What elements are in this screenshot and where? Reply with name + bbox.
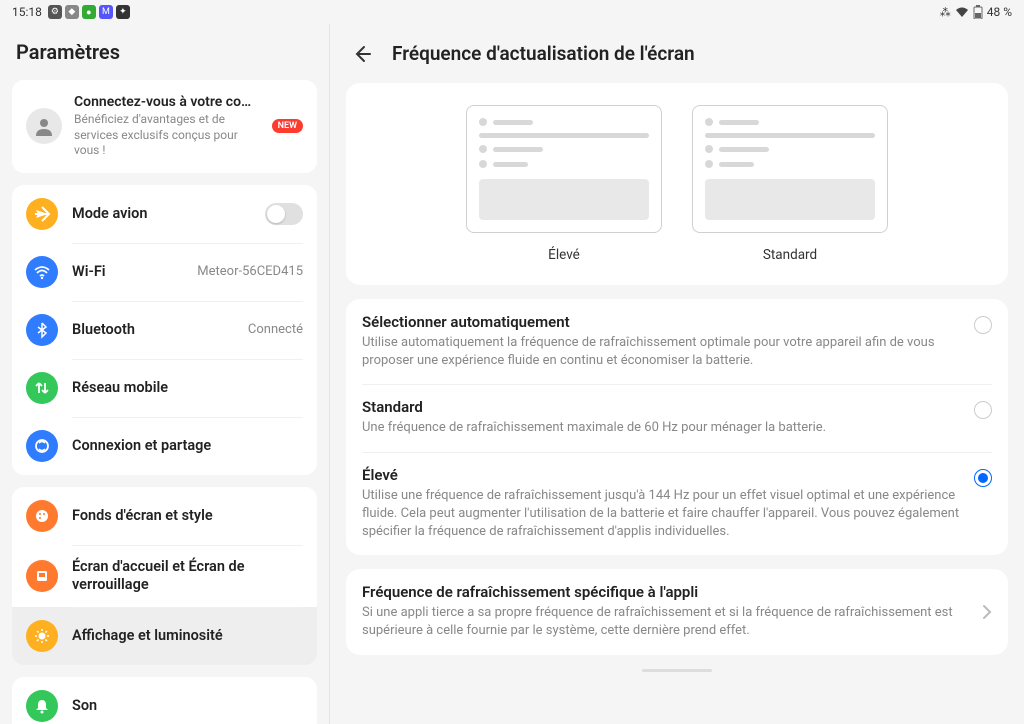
wifi-icon (26, 256, 58, 288)
cellular-icon (26, 372, 58, 404)
bell-icon (26, 690, 58, 722)
sidebar-item-bluetooth[interactable]: Bluetooth Connecté (12, 301, 317, 359)
bluetooth-status-icon: ⁂ (940, 6, 951, 19)
option-standard[interactable]: Standard Une fréquence de rafraîchisseme… (346, 384, 1008, 451)
app-icon-1: ◆ (65, 5, 79, 19)
sidebar-item-homescreen[interactable]: Écran d'accueil et Écran de verrouillage (12, 545, 317, 607)
status-app-icons: ⚙ ◆ ● M ✦ (48, 5, 130, 19)
chevron-right-icon (982, 604, 992, 620)
content-pane[interactable]: Fréquence d'actualisation de l'écran Éle… (330, 24, 1024, 724)
preview-box-high (466, 105, 662, 233)
sidebar-item-cellular[interactable]: Réseau mobile (12, 359, 317, 417)
account-title: Connectez-vous à votre co… (74, 94, 260, 110)
palette-icon (26, 500, 58, 532)
sidebar-title: Paramètres (12, 32, 317, 80)
sidebar-item-share[interactable]: Connexion et partage (12, 417, 317, 475)
app-specific-desc: Si une appli tierce a sa propre fréquenc… (362, 604, 968, 640)
display-group: Fonds d'écran et style Écran d'accueil e… (12, 487, 317, 665)
airplane-toggle[interactable] (265, 203, 303, 225)
sidebar-item-wallpaper[interactable]: Fonds d'écran et style (12, 487, 317, 545)
wifi-status-icon (955, 6, 969, 18)
account-card[interactable]: Connectez-vous à votre co… Bénéficiez d'… (12, 80, 317, 173)
radio-auto[interactable] (974, 316, 992, 334)
preview-label-high: Élevé (548, 247, 580, 263)
status-time: 15:18 (12, 5, 42, 19)
sidebar-item-airplane[interactable]: Mode avion (12, 185, 317, 243)
settings-sidebar[interactable]: Paramètres Connectez-vous à votre co… Bé… (0, 24, 330, 724)
status-left: 15:18 ⚙ ◆ ● M ✦ (12, 5, 130, 19)
option-high[interactable]: Élevé Utilise une fréquence de rafraîchi… (346, 452, 1008, 556)
battery-icon (973, 5, 983, 19)
connectivity-group: Mode avion Wi-Fi Meteor-56CED415 Bluetoo… (12, 185, 317, 475)
option-desc: Utilise automatiquement la fréquence de … (362, 334, 960, 370)
status-bar: 15:18 ⚙ ◆ ● M ✦ ⁂ 48 % (0, 0, 1024, 24)
wifi-value: Meteor-56CED415 (197, 264, 303, 279)
sidebar-item-label: Son (72, 697, 303, 715)
radio-standard[interactable] (974, 401, 992, 419)
sidebar-item-label: Connexion et partage (72, 437, 303, 455)
option-desc: Une fréquence de rafraîchissement maxima… (362, 419, 960, 437)
preview-card: Élevé Standard (346, 83, 1008, 285)
battery-percent: 48 % (987, 5, 1012, 19)
sun-icon (26, 620, 58, 652)
content-header: Fréquence d'actualisation de l'écran (346, 24, 1008, 83)
preview-high[interactable]: Élevé (466, 105, 662, 263)
share-icon (26, 430, 58, 462)
avatar-icon (26, 108, 62, 144)
option-title: Sélectionner automatiquement (362, 313, 960, 331)
scroll-indicator (642, 669, 712, 672)
preview-standard[interactable]: Standard (692, 105, 888, 263)
option-desc: Utilise une fréquence de rafraîchissemen… (362, 487, 960, 542)
preview-label-standard: Standard (763, 247, 817, 263)
sidebar-item-sound[interactable]: Son (12, 677, 317, 724)
page-title: Fréquence d'actualisation de l'écran (392, 42, 695, 65)
sidebar-item-label: Fonds d'écran et style (72, 507, 303, 525)
sidebar-item-wifi[interactable]: Wi-Fi Meteor-56CED415 (12, 243, 317, 301)
sound-group: Son Notifications et barre d'état (12, 677, 317, 724)
bluetooth-icon (26, 314, 58, 346)
sidebar-item-display[interactable]: Affichage et luminosité (12, 607, 317, 665)
app-specific-row[interactable]: Fréquence de rafraîchissement spécifique… (346, 569, 1008, 654)
bluetooth-value: Connecté (248, 322, 303, 337)
app-icon-2: ● (82, 5, 96, 19)
shield-icon: ✦ (116, 5, 130, 19)
app-icon-3: M (99, 5, 113, 19)
sidebar-item-label: Bluetooth (72, 321, 234, 339)
status-right: ⁂ 48 % (940, 5, 1012, 19)
option-title: Standard (362, 398, 960, 416)
back-button[interactable] (352, 44, 372, 64)
account-subtitle: Bénéficiez d'avantages et de services ex… (74, 112, 260, 159)
airplane-icon (26, 198, 58, 230)
sidebar-item-label: Wi-Fi (72, 263, 183, 281)
sidebar-item-label: Affichage et luminosité (72, 627, 303, 645)
sidebar-item-label: Réseau mobile (72, 379, 303, 397)
sidebar-item-label: Mode avion (72, 205, 251, 223)
home-icon (26, 560, 58, 592)
option-title: Élevé (362, 466, 960, 484)
preview-box-standard (692, 105, 888, 233)
new-badge: NEW (272, 119, 303, 133)
gear-icon: ⚙ (48, 5, 62, 19)
radio-high[interactable] (974, 469, 992, 487)
app-specific-card: Fréquence de rafraîchissement spécifique… (346, 569, 1008, 654)
option-auto[interactable]: Sélectionner automatiquement Utilise aut… (346, 299, 1008, 384)
sidebar-item-label: Écran d'accueil et Écran de verrouillage (72, 558, 303, 594)
app-specific-title: Fréquence de rafraîchissement spécifique… (362, 583, 968, 601)
refresh-options: Sélectionner automatiquement Utilise aut… (346, 299, 1008, 555)
